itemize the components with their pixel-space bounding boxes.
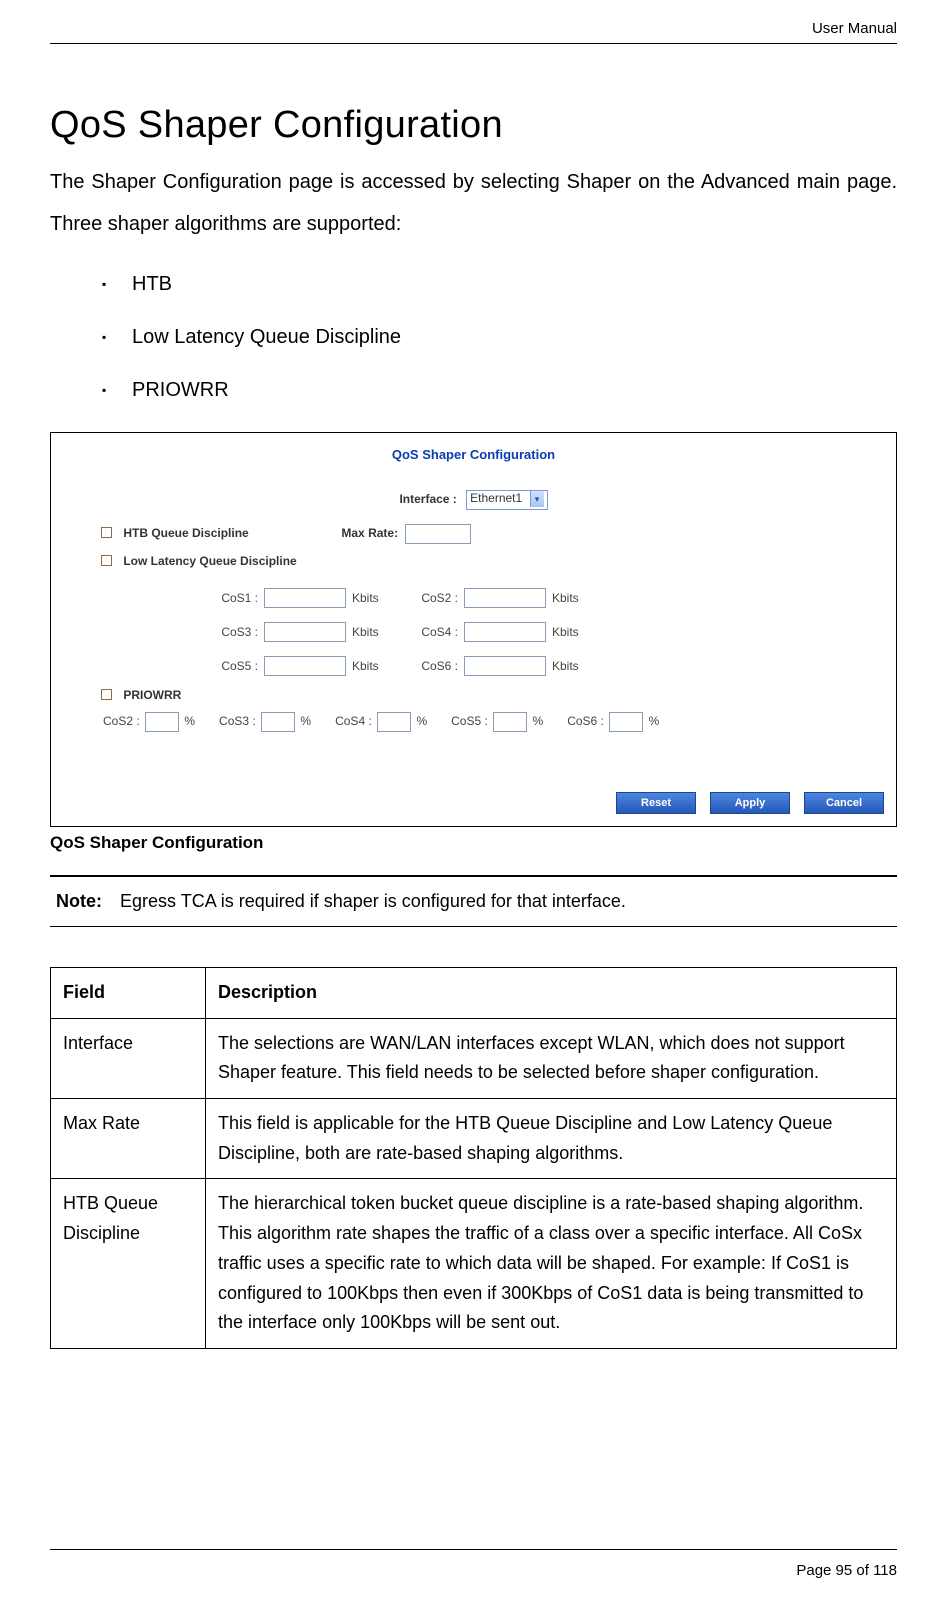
percent-unit: % (416, 714, 427, 728)
field-name: HTB Queue Discipline (51, 1179, 206, 1348)
kbits-unit: Kbits (546, 659, 594, 673)
cos4-input[interactable] (464, 622, 546, 642)
field-name: Max Rate (51, 1099, 206, 1179)
low-latency-label: Low Latency Queue Discipline (123, 554, 296, 568)
figure-caption: QoS Shaper Configuration (50, 833, 897, 853)
interface-value: Ethernet1 (470, 491, 522, 505)
priowrr-cos4-label: CoS4 : (335, 714, 372, 728)
table-row: Max Rate This field is applicable for th… (51, 1099, 897, 1179)
priowrr-cos4-input[interactable] (377, 712, 411, 732)
panel-title: QoS Shaper Configuration (57, 447, 890, 462)
cos1-input[interactable] (264, 588, 346, 608)
kbits-unit: Kbits (346, 659, 394, 673)
field-description: The hierarchical token bucket queue disc… (206, 1179, 897, 1348)
table-header-field: Field (51, 968, 206, 1019)
cos4-label: CoS4 : (394, 625, 464, 639)
priowrr-checkbox[interactable] (101, 689, 112, 700)
cancel-button[interactable]: Cancel (804, 792, 884, 814)
cos6-label: CoS6 : (394, 659, 464, 673)
max-rate-label: Max Rate: (341, 526, 398, 540)
kbits-unit: Kbits (546, 625, 594, 639)
interface-select[interactable]: Ethernet1 ▾ (466, 490, 547, 510)
percent-unit: % (533, 714, 544, 728)
priowrr-cos6-input[interactable] (609, 712, 643, 732)
cos2-input[interactable] (464, 588, 546, 608)
priowrr-cos5-input[interactable] (493, 712, 527, 732)
cos5-input[interactable] (264, 656, 346, 676)
list-item: Low Latency Queue Discipline (102, 326, 897, 349)
percent-unit: % (649, 714, 660, 728)
htb-checkbox[interactable] (101, 527, 112, 538)
percent-unit: % (184, 714, 195, 728)
table-header-description: Description (206, 968, 897, 1019)
cos3-label: CoS3 : (149, 625, 264, 639)
note-block: Note: Egress TCA is required if shaper i… (50, 875, 897, 927)
priowrr-cos2-label: CoS2 : (103, 714, 140, 728)
kbits-unit: Kbits (346, 625, 394, 639)
field-description: The selections are WAN/LAN interfaces ex… (206, 1018, 897, 1098)
cos6-input[interactable] (464, 656, 546, 676)
cos1-label: CoS1 : (149, 591, 264, 605)
priowrr-cos2-input[interactable] (145, 712, 179, 732)
htb-label: HTB Queue Discipline (123, 526, 248, 540)
field-description: This field is applicable for the HTB Que… (206, 1099, 897, 1179)
table-row: HTB Queue Discipline The hierarchical to… (51, 1179, 897, 1348)
note-text: Egress TCA is required if shaper is conf… (120, 891, 626, 912)
page-footer: Page 95 of 118 (50, 1549, 897, 1579)
list-item: HTB (102, 273, 897, 296)
priowrr-cos3-label: CoS3 : (219, 714, 256, 728)
reset-button[interactable]: Reset (616, 792, 696, 814)
table-row: Interface The selections are WAN/LAN int… (51, 1018, 897, 1098)
priowrr-label: PRIOWRR (123, 688, 181, 702)
page-title: QoS Shaper Configuration (50, 104, 897, 147)
list-item: PRIOWRR (102, 379, 897, 402)
algorithm-list: HTB Low Latency Queue Discipline PRIOWRR (50, 273, 897, 402)
cos5-label: CoS5 : (149, 659, 264, 673)
config-panel: QoS Shaper Configuration Interface : Eth… (50, 432, 897, 827)
priowrr-cos3-input[interactable] (261, 712, 295, 732)
priowrr-cos5-label: CoS5 : (451, 714, 488, 728)
intro-paragraph: The Shaper Configuration page is accesse… (50, 161, 897, 245)
cos2-label: CoS2 : (394, 591, 464, 605)
apply-button[interactable]: Apply (710, 792, 790, 814)
percent-unit: % (300, 714, 311, 728)
page-header: User Manual (50, 20, 897, 44)
cos3-input[interactable] (264, 622, 346, 642)
kbits-unit: Kbits (346, 591, 394, 605)
max-rate-input[interactable] (405, 524, 471, 544)
field-name: Interface (51, 1018, 206, 1098)
field-description-table: Field Description Interface The selectio… (50, 967, 897, 1349)
note-label: Note: (50, 891, 102, 912)
interface-label: Interface : (399, 492, 456, 506)
chevron-down-icon: ▾ (530, 491, 544, 507)
priowrr-cos6-label: CoS6 : (567, 714, 604, 728)
kbits-unit: Kbits (546, 591, 594, 605)
low-latency-checkbox[interactable] (101, 555, 112, 566)
